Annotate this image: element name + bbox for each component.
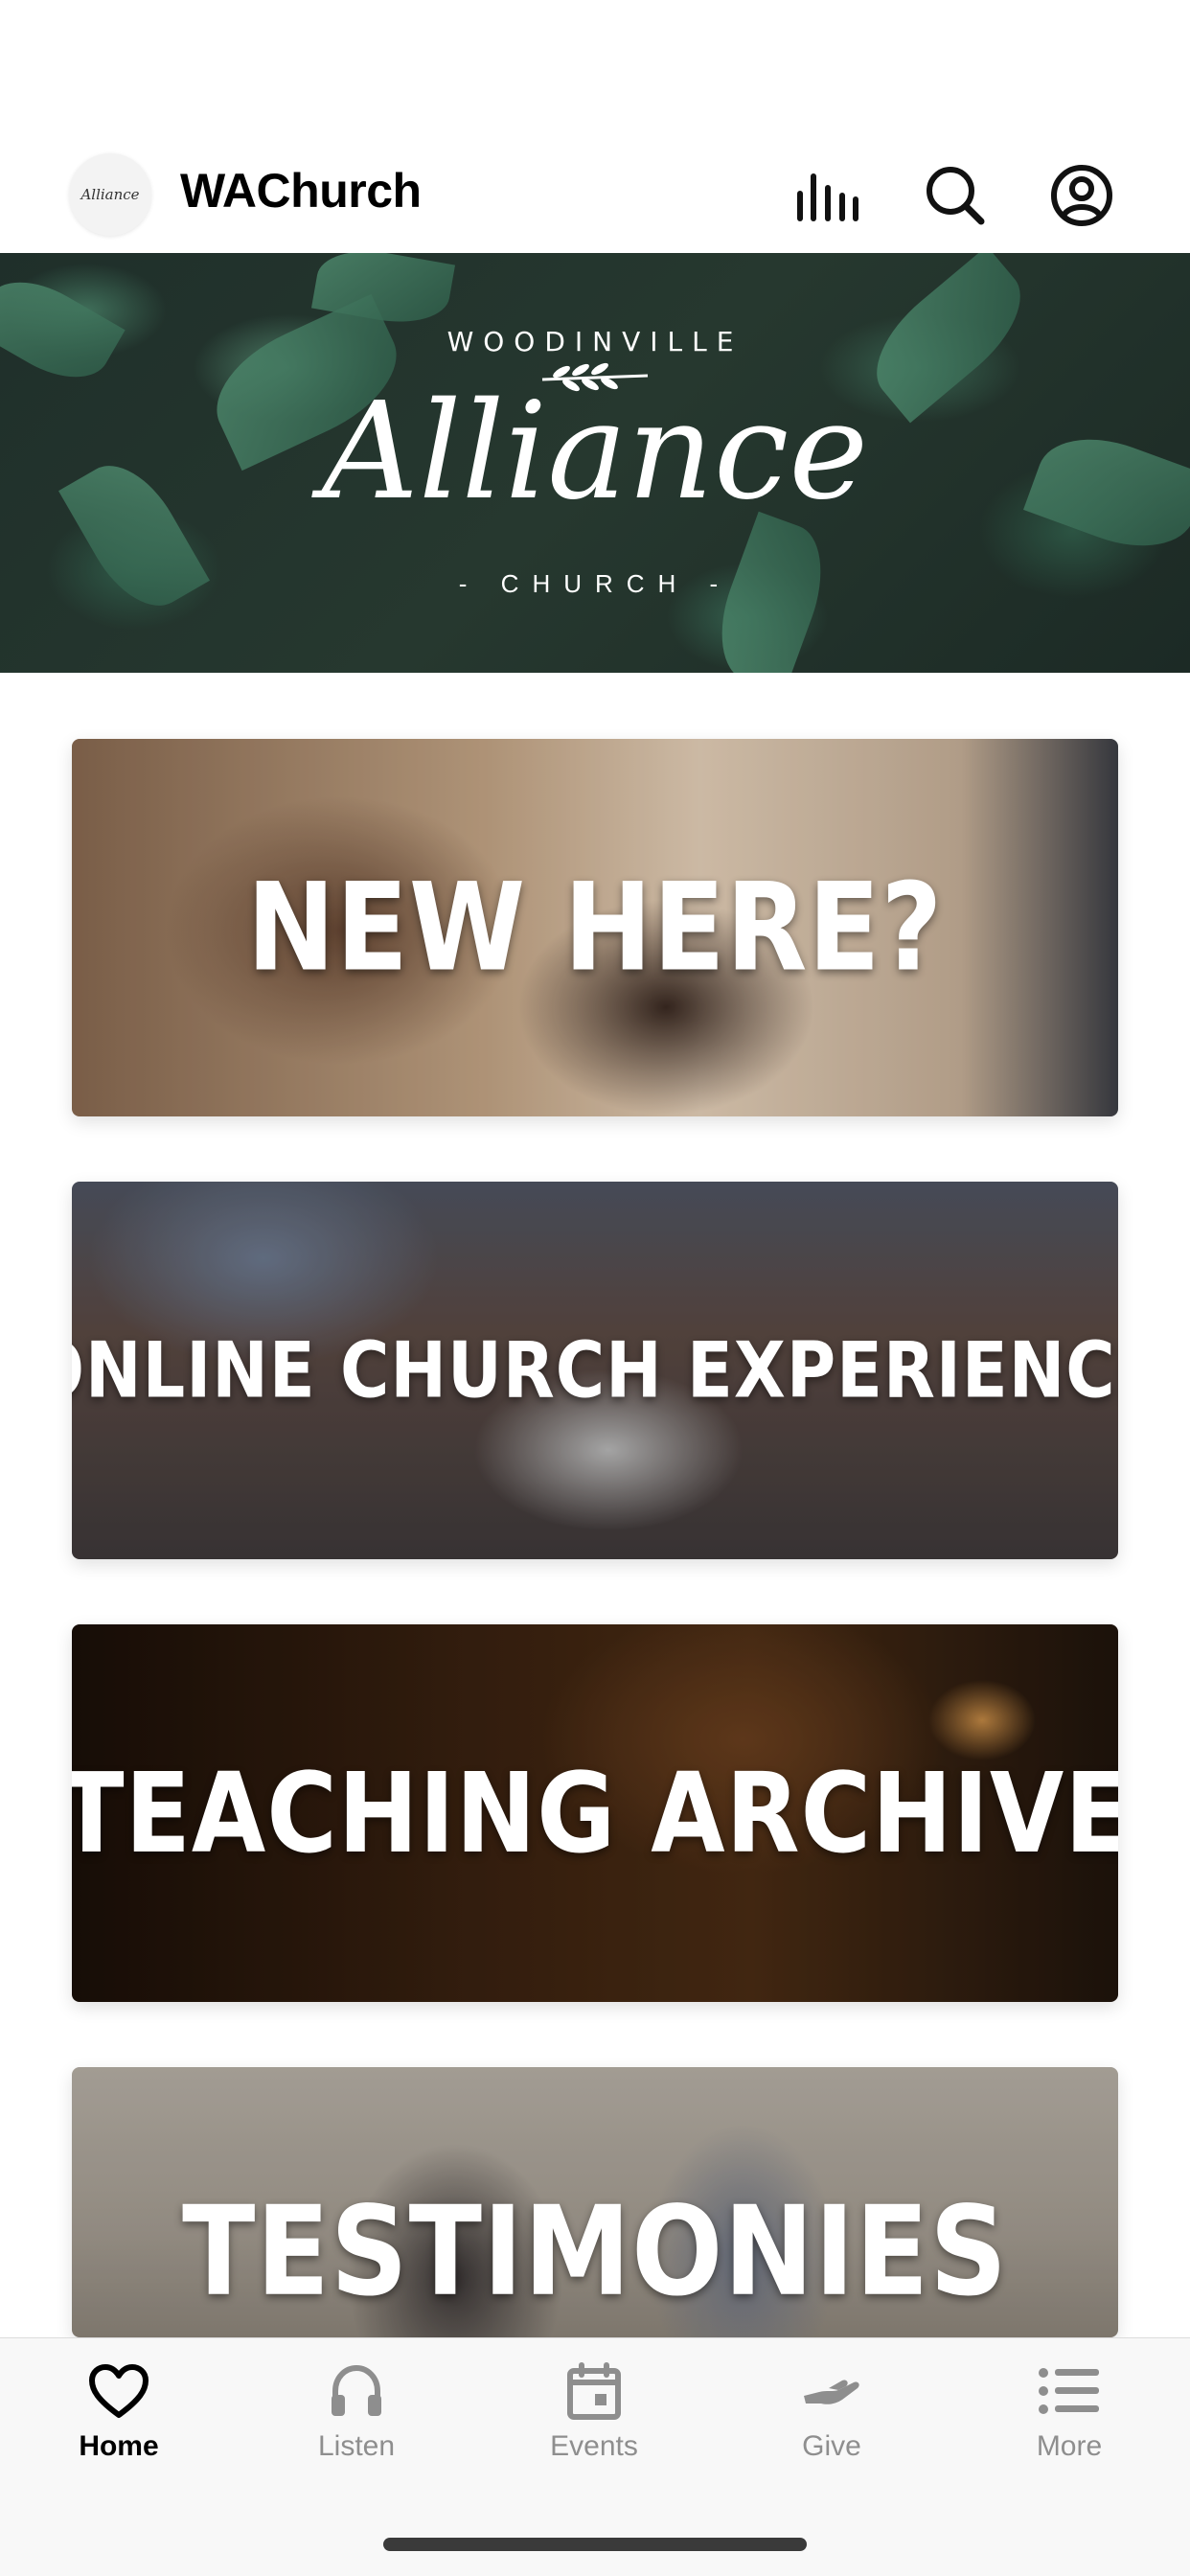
tab-give[interactable]: Give [755,2358,908,2463]
church-logo[interactable]: Alliance [69,153,151,236]
online-church-card[interactable]: ONLINE CHURCH EXPERIENCE [72,1182,1118,1559]
tab-label: Home [79,2430,159,2462]
new-here-card[interactable]: NEW HERE? [72,739,1118,1116]
tab-events[interactable]: Events [517,2358,671,2463]
list-icon [1036,2358,1103,2425]
church-banner: WOODINVILLE Alliance - CHURCH - [0,253,1190,673]
card-label: TEACHING ARCHIVE [72,1748,1118,1878]
tab-label: More [1036,2430,1103,2462]
banner-top-text: WOODINVILLE [446,326,744,357]
tab-label: Events [550,2430,638,2462]
tab-more[interactable]: More [993,2358,1146,2463]
tab-label: Listen [317,2430,396,2462]
app-title: WAChurch [180,164,422,218]
home-indicator[interactable] [383,2538,807,2551]
banner-bottom-text: - CHURCH - [458,569,732,598]
testimonies-card[interactable]: TESTIMONIES [72,2067,1118,2337]
app-header: Alliance WAChurch [0,144,1190,253]
profile-icon[interactable] [1041,155,1122,236]
card-label: TESTIMONIES [182,2180,1008,2324]
search-icon[interactable] [915,155,995,236]
tab-listen[interactable]: Listen [280,2358,433,2463]
banner-main-text: Alliance [321,374,869,530]
calendar-icon [561,2358,628,2425]
banner-logo: WOODINVILLE Alliance - CHURCH - [0,253,1190,673]
give-hand-icon [798,2358,865,2425]
tab-label: Give [802,2430,861,2462]
card-label: NEW HERE? [246,857,944,999]
logo-text: Alliance [80,186,140,203]
audio-bars-icon[interactable] [788,155,868,236]
card-label: ONLINE CHURCH EXPERIENCE [72,1324,1118,1416]
tab-home[interactable]: Home [42,2358,195,2463]
heart-icon [85,2358,152,2425]
teaching-archive-card[interactable]: TEACHING ARCHIVE [72,1624,1118,2002]
headphones-icon [323,2358,390,2425]
